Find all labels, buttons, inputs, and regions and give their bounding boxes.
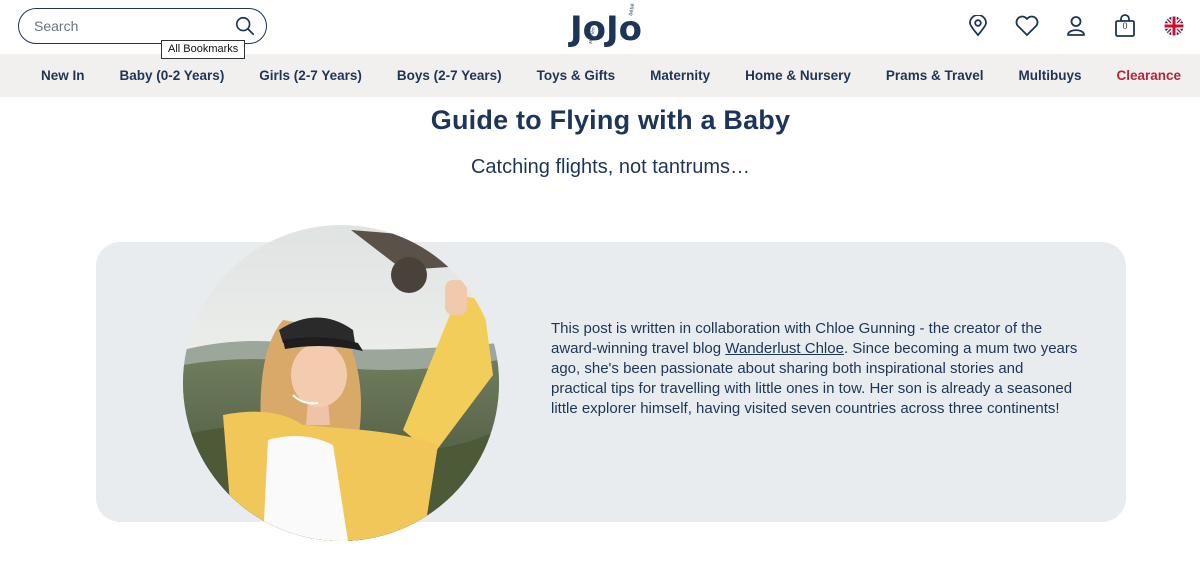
jojo-logo[interactable]: JoJo Mamen bébé bbox=[566, 2, 658, 50]
nav-item-prams-travel[interactable]: Prams & Travel bbox=[886, 68, 984, 83]
search-input[interactable] bbox=[34, 18, 234, 34]
store-locator-button[interactable] bbox=[964, 12, 992, 40]
basket-button[interactable]: 0 bbox=[1111, 12, 1139, 40]
nav-item-boys[interactable]: Boys (2-7 Years) bbox=[397, 68, 502, 83]
site-header: All Bookmarks JoJo Mamen bébé bbox=[0, 0, 1200, 59]
nav-item-maternity[interactable]: Maternity bbox=[650, 68, 710, 83]
user-icon bbox=[1067, 16, 1085, 36]
country-selector-button[interactable] bbox=[1160, 12, 1188, 40]
main-nav: New In Baby (0-2 Years) Girls (2-7 Years… bbox=[0, 54, 1200, 97]
wishlist-button[interactable] bbox=[1013, 12, 1041, 40]
nav-item-new-in[interactable]: New In bbox=[41, 68, 85, 83]
nav-item-clearance[interactable]: Clearance bbox=[1116, 68, 1181, 83]
header-icons: 0 bbox=[943, 12, 1188, 40]
nav-item-toys-gifts[interactable]: Toys & Gifts bbox=[537, 68, 616, 83]
page-title: Guide to Flying with a Baby bbox=[430, 105, 791, 135]
intro-text: This post is written in collaboration wi… bbox=[551, 319, 1081, 419]
basket-count: 0 bbox=[1122, 21, 1128, 31]
uk-flag-icon bbox=[1164, 16, 1184, 36]
location-pin-icon bbox=[969, 15, 987, 37]
author-photo-illustration bbox=[183, 225, 499, 541]
bookmarks-tooltip: All Bookmarks bbox=[161, 40, 246, 59]
heart-icon bbox=[1015, 15, 1039, 36]
nav-item-baby[interactable]: Baby (0-2 Years) bbox=[120, 68, 225, 83]
page-subtitle: Catching flights, not tantrums… bbox=[470, 156, 750, 178]
nav-item-multibuys[interactable]: Multibuys bbox=[1018, 68, 1081, 83]
search-box[interactable] bbox=[18, 8, 267, 44]
wanderlust-chloe-link[interactable]: Wanderlust Chloe bbox=[725, 340, 844, 357]
nav-item-home-nursery[interactable]: Home & Nursery bbox=[745, 68, 851, 83]
account-button[interactable] bbox=[1062, 12, 1090, 40]
search-icon[interactable] bbox=[234, 15, 256, 37]
author-photo bbox=[183, 225, 499, 541]
nav-item-girls[interactable]: Girls (2-7 Years) bbox=[259, 68, 362, 83]
